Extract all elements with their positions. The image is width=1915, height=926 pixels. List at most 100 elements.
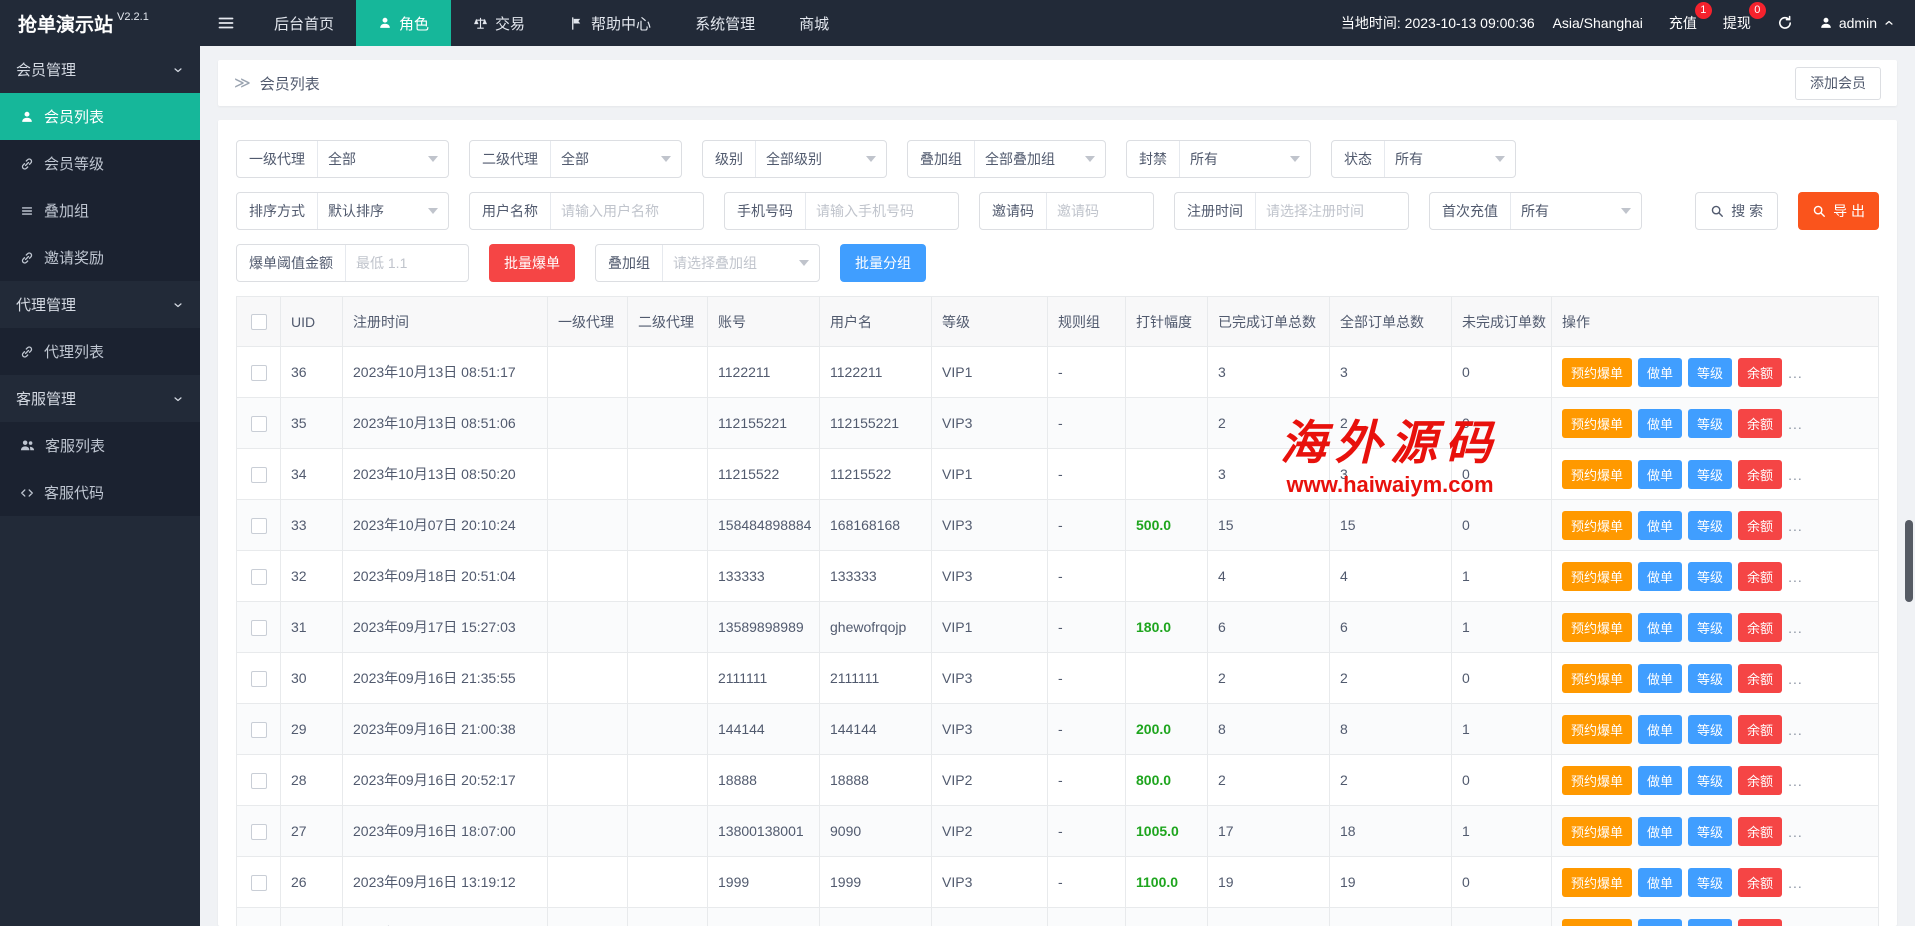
balance-button[interactable]: 余额 <box>1738 715 1782 744</box>
more-actions-button[interactable]: ... <box>1788 365 1803 381</box>
row-checkbox[interactable] <box>251 569 267 585</box>
sidebar-item-客服代码[interactable]: 客服代码 <box>0 469 200 516</box>
level-button[interactable]: 等级 <box>1688 766 1732 795</box>
more-actions-button[interactable]: ... <box>1788 875 1803 891</box>
reserve-burst-button[interactable]: 预约爆单 <box>1562 409 1632 438</box>
batch-burst-button[interactable]: 批量爆单 <box>489 244 575 282</box>
reserve-burst-button[interactable]: 预约爆单 <box>1562 817 1632 846</box>
sidebar-group-会员管理[interactable]: 会员管理 <box>0 46 200 93</box>
filter-邀请码[interactable]: 邀请码 <box>979 192 1154 230</box>
recharge-button[interactable]: 充值 1 <box>1669 13 1697 33</box>
reserve-burst-button[interactable]: 预约爆单 <box>1562 511 1632 540</box>
filter-级别[interactable]: 级别全部级别 <box>702 140 887 178</box>
balance-button[interactable]: 余额 <box>1738 358 1782 387</box>
balance-button[interactable]: 余额 <box>1738 919 1782 926</box>
nav-item-系统管理[interactable]: 系统管理 <box>673 0 777 46</box>
make-order-button[interactable]: 做单 <box>1638 715 1682 744</box>
batch-group-filter[interactable]: 叠加组 请选择叠加组 <box>595 244 820 282</box>
filter-input[interactable] <box>806 193 958 229</box>
nav-item-角色[interactable]: 角色 <box>356 0 451 46</box>
filter-二级代理[interactable]: 二级代理全部 <box>469 140 682 178</box>
nav-item-帮助中心[interactable]: 帮助中心 <box>547 0 673 46</box>
make-order-button[interactable]: 做单 <box>1638 766 1682 795</box>
sidebar-item-会员等级[interactable]: 会员等级 <box>0 140 200 187</box>
filter-input[interactable] <box>1256 193 1408 229</box>
sidebar-group-代理管理[interactable]: 代理管理 <box>0 281 200 328</box>
nav-item-商城[interactable]: 商城 <box>777 0 851 46</box>
filter-叠加组[interactable]: 叠加组全部叠加组 <box>907 140 1106 178</box>
make-order-button[interactable]: 做单 <box>1638 511 1682 540</box>
filter-封禁[interactable]: 封禁所有 <box>1126 140 1311 178</box>
reserve-burst-button[interactable]: 预约爆单 <box>1562 766 1632 795</box>
reserve-burst-button[interactable]: 预约爆单 <box>1562 358 1632 387</box>
filter-input[interactable] <box>1047 193 1153 229</box>
row-checkbox[interactable] <box>251 365 267 381</box>
filter-首次充值[interactable]: 首次充值所有 <box>1429 192 1642 230</box>
filter-注册时间[interactable]: 注册时间 <box>1174 192 1409 230</box>
filter-手机号码[interactable]: 手机号码 <box>724 192 959 230</box>
balance-button[interactable]: 余额 <box>1738 766 1782 795</box>
more-actions-button[interactable]: ... <box>1788 569 1803 585</box>
balance-button[interactable]: 余额 <box>1738 511 1782 540</box>
sidebar-toggle-button[interactable] <box>200 0 252 46</box>
balance-button[interactable]: 余额 <box>1738 613 1782 642</box>
balance-button[interactable]: 余额 <box>1738 460 1782 489</box>
batch-group-button[interactable]: 批量分组 <box>840 244 926 282</box>
more-actions-button[interactable]: ... <box>1788 416 1803 432</box>
sidebar-group-客服管理[interactable]: 客服管理 <box>0 375 200 422</box>
row-checkbox[interactable] <box>251 467 267 483</box>
reserve-burst-button[interactable]: 预约爆单 <box>1562 919 1632 926</box>
make-order-button[interactable]: 做单 <box>1638 460 1682 489</box>
reserve-burst-button[interactable]: 预约爆单 <box>1562 868 1632 897</box>
row-checkbox[interactable] <box>251 875 267 891</box>
sidebar-item-叠加组[interactable]: 叠加组 <box>0 187 200 234</box>
filter-排序方式[interactable]: 排序方式默认排序 <box>236 192 449 230</box>
balance-button[interactable]: 余额 <box>1738 817 1782 846</box>
make-order-button[interactable]: 做单 <box>1638 613 1682 642</box>
make-order-button[interactable]: 做单 <box>1638 409 1682 438</box>
filter-一级代理[interactable]: 一级代理全部 <box>236 140 449 178</box>
nav-item-交易[interactable]: 交易 <box>451 0 547 46</box>
make-order-button[interactable]: 做单 <box>1638 817 1682 846</box>
balance-button[interactable]: 余额 <box>1738 868 1782 897</box>
level-button[interactable]: 等级 <box>1688 715 1732 744</box>
sidebar-item-代理列表[interactable]: 代理列表 <box>0 328 200 375</box>
refresh-button[interactable] <box>1777 15 1793 31</box>
row-checkbox[interactable] <box>251 620 267 636</box>
row-checkbox[interactable] <box>251 722 267 738</box>
level-button[interactable]: 等级 <box>1688 460 1732 489</box>
sidebar-item-会员列表[interactable]: 会员列表 <box>0 93 200 140</box>
user-menu[interactable]: admin <box>1819 15 1895 31</box>
row-checkbox[interactable] <box>251 824 267 840</box>
sidebar-item-客服列表[interactable]: 客服列表 <box>0 422 200 469</box>
balance-button[interactable]: 余额 <box>1738 409 1782 438</box>
make-order-button[interactable]: 做单 <box>1638 919 1682 926</box>
add-member-button[interactable]: 添加会员 <box>1795 67 1881 100</box>
burst-amount-input[interactable] <box>346 245 468 281</box>
more-actions-button[interactable]: ... <box>1788 773 1803 789</box>
filter-用户名称[interactable]: 用户名称 <box>469 192 704 230</box>
select-all-checkbox[interactable] <box>251 314 267 330</box>
reserve-burst-button[interactable]: 预约爆单 <box>1562 715 1632 744</box>
filter-状态[interactable]: 状态所有 <box>1331 140 1516 178</box>
level-button[interactable]: 等级 <box>1688 613 1732 642</box>
export-button[interactable]: 导 出 <box>1798 192 1879 230</box>
more-actions-button[interactable]: ... <box>1788 722 1803 738</box>
make-order-button[interactable]: 做单 <box>1638 562 1682 591</box>
row-checkbox[interactable] <box>251 773 267 789</box>
level-button[interactable]: 等级 <box>1688 358 1732 387</box>
make-order-button[interactable]: 做单 <box>1638 358 1682 387</box>
more-actions-button[interactable]: ... <box>1788 518 1803 534</box>
balance-button[interactable]: 余额 <box>1738 562 1782 591</box>
nav-item-后台首页[interactable]: 后台首页 <box>252 0 356 46</box>
search-button[interactable]: 搜 索 <box>1695 192 1778 230</box>
row-checkbox[interactable] <box>251 671 267 687</box>
withdraw-button[interactable]: 提现 0 <box>1723 13 1751 33</box>
filter-input[interactable] <box>551 193 703 229</box>
reserve-burst-button[interactable]: 预约爆单 <box>1562 562 1632 591</box>
make-order-button[interactable]: 做单 <box>1638 868 1682 897</box>
level-button[interactable]: 等级 <box>1688 409 1732 438</box>
reserve-burst-button[interactable]: 预约爆单 <box>1562 460 1632 489</box>
level-button[interactable]: 等级 <box>1688 562 1732 591</box>
make-order-button[interactable]: 做单 <box>1638 664 1682 693</box>
